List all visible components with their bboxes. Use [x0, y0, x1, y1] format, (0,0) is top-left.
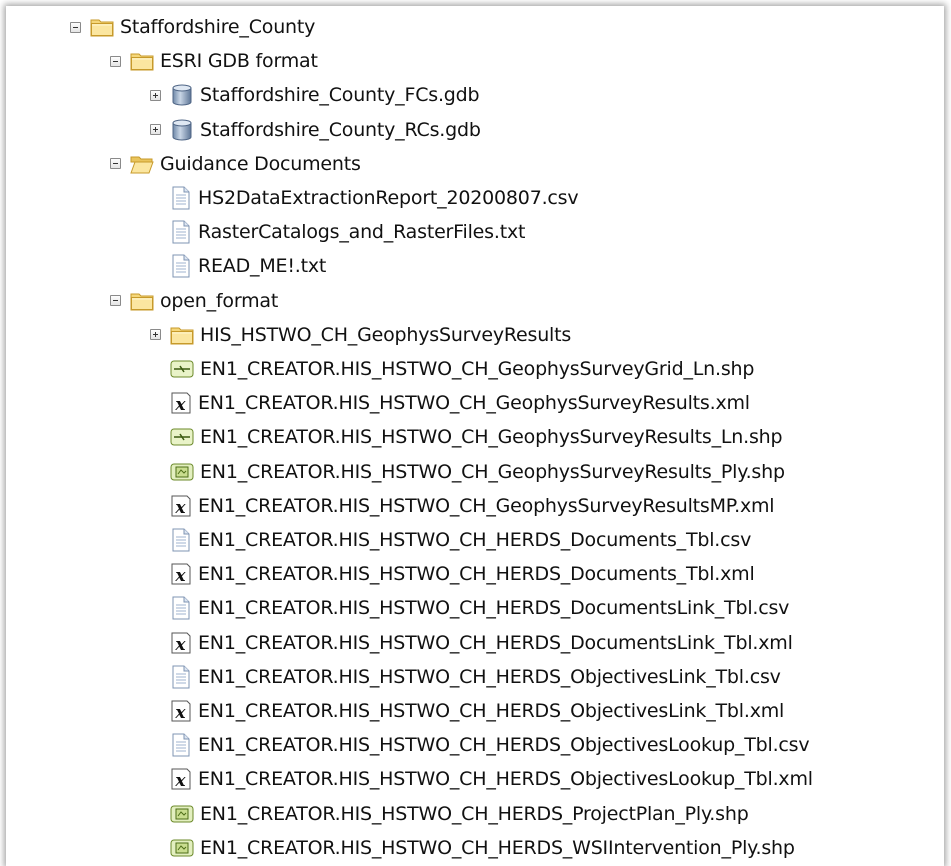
tree-item-label: Guidance Documents: [160, 152, 361, 175]
xml-icon: x: [170, 391, 192, 415]
tree-item-label: open_format: [160, 289, 279, 312]
tree-item[interactable]: EN1_CREATOR.HIS_HSTWO_CH_HERDS_Objective…: [6, 660, 944, 694]
tree-item[interactable]: READ_ME!.txt: [6, 249, 944, 283]
tree-item[interactable]: EN1_CREATOR.HIS_HSTWO_CH_HERDS_Documents…: [6, 591, 944, 625]
tree-item-label: EN1_CREATOR.HIS_HSTWO_CH_HERDS_WSIInterv…: [200, 836, 795, 859]
tree-item[interactable]: x EN1_CREATOR.HIS_HSTWO_CH_HERDS_Document…: [6, 626, 944, 660]
expand-icon[interactable]: [150, 124, 161, 136]
xml-icon: x: [170, 562, 192, 586]
document-icon: [170, 665, 192, 689]
svg-text:x: x: [174, 703, 186, 723]
document-icon: [170, 186, 192, 210]
folder-icon: [170, 325, 194, 345]
tree-item[interactable]: x EN1_CREATOR.HIS_HSTWO_CH_GeophysSurveyR…: [6, 386, 944, 420]
line-shapefile-icon: [170, 359, 194, 379]
geodatabase-icon: [170, 119, 194, 141]
line-shapefile-icon: [170, 427, 194, 447]
svg-text:x: x: [174, 395, 186, 415]
tree-item-label: EN1_CREATOR.HIS_HSTWO_CH_HERDS_Objective…: [198, 700, 785, 722]
polygon-shapefile-icon: [170, 838, 194, 858]
tree-item-label: HIS_HSTWO_CH_GeophysSurveyResults: [200, 323, 572, 346]
folder-icon: [90, 17, 114, 37]
xml-icon: x: [170, 631, 192, 655]
open-folder-icon: [130, 154, 154, 174]
collapse-icon[interactable]: [110, 158, 121, 170]
svg-text:x: x: [174, 566, 186, 586]
tree-item[interactable]: Staffordshire_County_FCs.gdb: [6, 78, 944, 112]
expand-icon[interactable]: [150, 89, 161, 101]
tree-item[interactable]: HIS_HSTWO_CH_GeophysSurveyResults: [6, 318, 944, 352]
polygon-shapefile-icon: [170, 804, 194, 824]
tree-item[interactable]: RasterCatalogs_and_RasterFiles.txt: [6, 215, 944, 249]
geodatabase-icon: [170, 84, 194, 106]
svg-text:x: x: [174, 498, 186, 518]
collapse-icon[interactable]: [110, 295, 121, 307]
tree-item[interactable]: x EN1_CREATOR.HIS_HSTWO_CH_HERDS_Objectiv…: [6, 762, 944, 796]
document-icon: [170, 733, 192, 757]
tree-item-label: EN1_CREATOR.HIS_HSTWO_CH_HERDS_Documents…: [198, 631, 793, 654]
tree-item-label: Staffordshire_County_FCs.gdb: [200, 84, 480, 107]
svg-text:x: x: [174, 635, 186, 655]
tree-item-label: EN1_CREATOR.HIS_HSTWO_CH_GeophysSurveyRe…: [198, 494, 775, 517]
tree-item[interactable]: EN1_CREATOR.HIS_HSTWO_CH_HERDS_WSIInterv…: [6, 831, 944, 865]
xml-icon: x: [170, 699, 192, 723]
document-icon: [170, 254, 192, 278]
tree-item[interactable]: EN1_CREATOR.HIS_HSTWO_CH_HERDS_ProjectPl…: [6, 797, 944, 831]
document-icon: [170, 528, 192, 552]
tree-item[interactable]: open_format: [6, 284, 944, 318]
tree-item[interactable]: EN1_CREATOR.HIS_HSTWO_CH_GeophysSurveyRe…: [6, 420, 944, 454]
tree-item-label: EN1_CREATOR.HIS_HSTWO_CH_HERDS_Documents…: [198, 597, 790, 620]
tree-item-label: EN1_CREATOR.HIS_HSTWO_CH_HERDS_Objective…: [198, 665, 781, 688]
document-icon: [170, 596, 192, 620]
expand-icon[interactable]: [150, 329, 161, 341]
tree-item-label: EN1_CREATOR.HIS_HSTWO_CH_HERDS_Documents…: [198, 563, 755, 586]
document-icon: [170, 220, 192, 244]
tree-item-label: Staffordshire_County: [120, 16, 316, 38]
polygon-shapefile-icon: [170, 462, 194, 482]
tree-item[interactable]: x EN1_CREATOR.HIS_HSTWO_CH_HERDS_Document…: [6, 557, 944, 591]
tree-item[interactable]: EN1_CREATOR.HIS_HSTWO_CH_HERDS_Objective…: [6, 728, 944, 762]
tree-item[interactable]: EN1_CREATOR.HIS_HSTWO_CH_GeophysSurveyGr…: [6, 352, 944, 386]
collapse-icon[interactable]: [110, 55, 121, 67]
svg-text:x: x: [174, 771, 186, 791]
tree-item[interactable]: HS2DataExtractionReport_20200807.csv: [6, 181, 944, 215]
xml-icon: x: [170, 494, 192, 518]
tree-item[interactable]: EN1_CREATOR.HIS_HSTWO_CH_HERDS_Documents…: [6, 523, 944, 557]
xml-icon: x: [170, 767, 192, 791]
tree-item[interactable]: Staffordshire_County: [6, 10, 944, 44]
folder-icon: [130, 51, 154, 71]
tree-item-label: EN1_CREATOR.HIS_HSTWO_CH_GeophysSurveyRe…: [200, 460, 785, 483]
tree-item-label: HS2DataExtractionReport_20200807.csv: [198, 187, 579, 209]
tree-item-label: READ_ME!.txt: [198, 255, 327, 278]
tree-item[interactable]: Staffordshire_County_RCs.gdb: [6, 113, 944, 147]
tree-item-label: EN1_CREATOR.HIS_HSTWO_CH_GeophysSurveyRe…: [198, 392, 750, 415]
tree-item-label: RasterCatalogs_and_RasterFiles.txt: [198, 221, 526, 244]
tree-item[interactable]: EN1_CREATOR.HIS_HSTWO_CH_GeophysSurveyRe…: [6, 455, 944, 489]
tree-item-label: ESRI GDB format: [160, 50, 318, 73]
tree-item-label: Staffordshire_County_RCs.gdb: [200, 118, 481, 141]
tree-item-label: EN1_CREATOR.HIS_HSTWO_CH_GeophysSurveyGr…: [200, 358, 755, 380]
tree-item-label: EN1_CREATOR.HIS_HSTWO_CH_HERDS_Objective…: [198, 734, 810, 757]
tree-item-label: EN1_CREATOR.HIS_HSTWO_CH_HERDS_ProjectPl…: [200, 802, 749, 825]
tree-item[interactable]: Guidance Documents: [6, 147, 944, 181]
tree-item-label: EN1_CREATOR.HIS_HSTWO_CH_GeophysSurveyRe…: [200, 426, 783, 449]
catalog-tree-panel: Staffordshire_County ESRI GDB format Staff…: [6, 6, 944, 866]
tree-item[interactable]: x EN1_CREATOR.HIS_HSTWO_CH_HERDS_Objectiv…: [6, 694, 944, 728]
collapse-icon[interactable]: [70, 21, 81, 33]
folder-icon: [130, 291, 154, 311]
tree-item[interactable]: ESRI GDB format: [6, 44, 944, 78]
tree-item[interactable]: x EN1_CREATOR.HIS_HSTWO_CH_GeophysSurveyR…: [6, 489, 944, 523]
tree-item-label: EN1_CREATOR.HIS_HSTWO_CH_HERDS_Documents…: [198, 529, 752, 551]
tree-item-label: EN1_CREATOR.HIS_HSTWO_CH_HERDS_Objective…: [198, 768, 813, 791]
